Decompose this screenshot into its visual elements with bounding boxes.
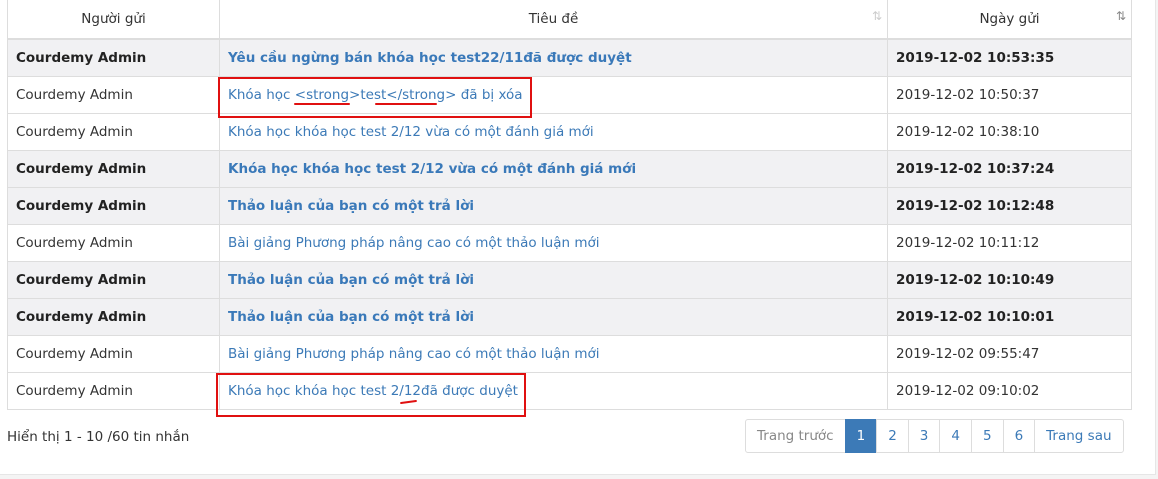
sender-cell: Courdemy Admin — [7, 224, 220, 262]
date-cell: 2019-12-02 10:50:37 — [887, 76, 1132, 114]
date-cell: 2019-12-02 10:10:49 — [887, 261, 1132, 299]
table-row[interactable]: Courdemy Admin Bài giảng Phương pháp nâng… — [7, 224, 1132, 262]
sort-icon[interactable]: ⇅ — [872, 9, 882, 23]
subject-link[interactable]: Thảo luận của bạn có một trả lời — [228, 272, 474, 288]
date-cell: 2019-12-02 10:12:48 — [887, 187, 1132, 225]
date-cell: 2019-12-02 10:11:12 — [887, 224, 1132, 262]
subject-link[interactable]: Khóa học khóa học test 2/12 vừa có một đ… — [228, 161, 636, 177]
subject-link[interactable]: Thảo luận của bạn có một trả lời — [228, 198, 474, 214]
subject-link[interactable]: Khóa học khóa học test 2/12 vừa có một đ… — [228, 124, 594, 140]
pagination-prev-button[interactable]: Trang trước — [745, 419, 846, 453]
table-row[interactable]: Courdemy Admin Thảo luận của bạn có một t… — [7, 261, 1132, 299]
sender-cell: Courdemy Admin — [7, 261, 220, 299]
date-cell: 2019-12-02 09:10:02 — [887, 372, 1132, 410]
table-row[interactable]: Courdemy Admin Khóa học khóa học test 2/1… — [7, 372, 1132, 410]
sender-cell: Courdemy Admin — [7, 38, 220, 77]
subject-cell: Bài giảng Phương pháp nâng cao có một th… — [219, 335, 888, 373]
subject-cell: Thảo luận của bạn có một trả lời — [219, 261, 888, 299]
subject-cell: Yêu cầu ngừng bán khóa học test22/11đã đ… — [219, 38, 888, 77]
sort-icon[interactable]: ⇅ — [1116, 9, 1126, 23]
sender-cell: Courdemy Admin — [7, 76, 220, 114]
pagination-next-button[interactable]: Trang sau — [1034, 419, 1124, 453]
page-button-2[interactable]: 2 — [876, 419, 909, 453]
subject-cell: Khóa học khóa học test 2/12 vừa có một đ… — [219, 150, 888, 188]
table-row[interactable]: Courdemy Admin Bài giảng Phương pháp nâng… — [7, 335, 1132, 373]
sender-cell: Courdemy Admin — [7, 113, 220, 151]
page-button-6[interactable]: 6 — [1002, 419, 1036, 453]
sender-cell: Courdemy Admin — [7, 150, 220, 188]
table-row[interactable]: Courdemy Admin Khóa học khóa học test 2/1… — [7, 113, 1132, 151]
table-row[interactable]: Courdemy Admin Thảo luận của bạn có một t… — [7, 298, 1132, 336]
message-table: Người gửi Tiêu đề ⇅ Ngày gửi ⇅ Courdemy Ad… — [7, 0, 1132, 410]
date-cell: 2019-12-02 10:38:10 — [887, 113, 1132, 151]
date-header-label: Ngày gửi — [979, 11, 1040, 27]
table-row[interactable]: Courdemy Admin Khóa học <strong>test</str… — [7, 76, 1132, 114]
sender-cell: Courdemy Admin — [7, 187, 220, 225]
table-header-row: Người gửi Tiêu đề ⇅ Ngày gửi ⇅ — [7, 0, 1132, 40]
inbox-panel: Người gửi Tiêu đề ⇅ Ngày gửi ⇅ Courdemy Ad… — [0, 0, 1156, 475]
date-cell: 2019-12-02 10:10:01 — [887, 298, 1132, 336]
date-cell: 2019-12-02 10:53:35 — [887, 38, 1132, 77]
subject-link[interactable]: Thảo luận của bạn có một trả lời — [228, 309, 474, 325]
pagination-info: Hiển thị 1 - 10 /60 tin nhắn — [7, 429, 190, 445]
subject-cell: Bài giảng Phương pháp nâng cao có một th… — [219, 224, 888, 262]
sender-cell: Courdemy Admin — [7, 335, 220, 373]
sender-cell: Courdemy Admin — [7, 298, 220, 336]
column-header-date[interactable]: Ngày gửi ⇅ — [887, 0, 1132, 40]
page-button-1[interactable]: 1 — [844, 419, 878, 453]
subject-cell: Khóa học <strong>test</strong> đã bị xóa — [219, 76, 888, 114]
date-cell: 2019-12-02 09:55:47 — [887, 335, 1132, 373]
subject-cell: Thảo luận của bạn có một trả lời — [219, 298, 888, 336]
sender-header-label: Người gửi — [81, 11, 146, 27]
subject-link[interactable]: Bài giảng Phương pháp nâng cao có một th… — [228, 346, 600, 362]
subject-link[interactable]: Khóa học khóa học test 2/12đã được duyệt — [228, 383, 518, 399]
message-list: Courdemy Admin Yêu cầu ngừng bán khóa học… — [7, 38, 1132, 410]
page-button-3[interactable]: 3 — [907, 419, 941, 453]
page-button-5[interactable]: 5 — [970, 419, 1004, 453]
column-header-subject[interactable]: Tiêu đề ⇅ — [219, 0, 888, 40]
date-cell: 2019-12-02 10:37:24 — [887, 150, 1132, 188]
subject-cell: Khóa học khóa học test 2/12đã được duyệt — [219, 372, 888, 410]
subject-link[interactable]: Bài giảng Phương pháp nâng cao có một th… — [228, 235, 600, 251]
subject-link[interactable]: Khóa học <strong>test</strong> đã bị xóa — [228, 87, 523, 103]
table-row[interactable]: Courdemy Admin Khóa học khóa học test 2/1… — [7, 150, 1132, 188]
table-row[interactable]: Courdemy Admin Thảo luận của bạn có một t… — [7, 187, 1132, 225]
pagination: Trang trước 1 2 3 4 5 6 Trang sau — [745, 419, 1124, 453]
column-header-sender: Người gửi — [7, 0, 220, 40]
sender-cell: Courdemy Admin — [7, 372, 220, 410]
subject-link[interactable]: Yêu cầu ngừng bán khóa học test22/11đã đ… — [228, 50, 632, 66]
subject-cell: Khóa học khóa học test 2/12 vừa có một đ… — [219, 113, 888, 151]
subject-header-label: Tiêu đề — [528, 11, 579, 27]
subject-cell: Thảo luận của bạn có một trả lời — [219, 187, 888, 225]
table-row[interactable]: Courdemy Admin Yêu cầu ngừng bán khóa học… — [7, 38, 1132, 77]
page-button-4[interactable]: 4 — [939, 419, 972, 453]
